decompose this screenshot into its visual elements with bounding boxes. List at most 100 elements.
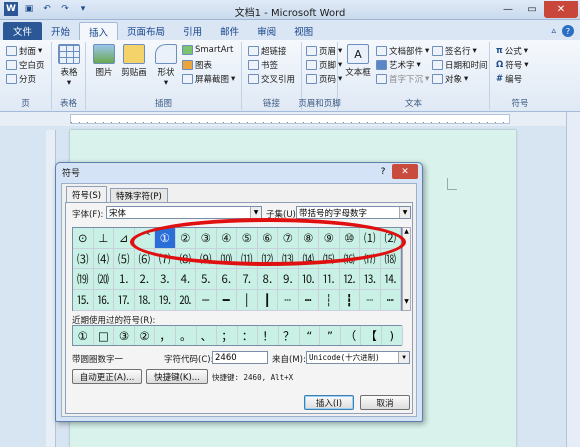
- symbol-cell[interactable]: ⑾: [237, 248, 258, 270]
- tab-review[interactable]: 审阅: [248, 22, 285, 40]
- shortcut-key-button[interactable]: 快捷键(K)...: [146, 369, 208, 384]
- symbol-cell[interactable]: ⒅: [380, 248, 401, 270]
- recent-symbol-cell[interactable]: ：: [237, 326, 259, 345]
- quick-parts-button[interactable]: 文档部件 ▾: [376, 45, 429, 57]
- minimize-button[interactable]: —: [496, 1, 520, 18]
- signature-line-button[interactable]: 签名行 ▾: [432, 45, 477, 57]
- symbol-cell[interactable]: ⒔: [360, 269, 381, 291]
- symbol-cell[interactable]: ⒓: [339, 269, 360, 291]
- clipart-button[interactable]: 剪贴画: [116, 44, 152, 78]
- symbol-button[interactable]: Ω 符号 ▾: [496, 59, 529, 71]
- date-time-button[interactable]: 日期和时间: [432, 59, 488, 71]
- symbol-cell[interactable]: │: [237, 290, 258, 311]
- chart-button[interactable]: 图表: [182, 59, 212, 71]
- dialog-help-button[interactable]: ?: [376, 165, 390, 178]
- tab-home[interactable]: 开始: [42, 22, 79, 40]
- from-select[interactable]: Unicode(十六进制) ▼: [306, 351, 410, 364]
- symbol-cell[interactable]: ⊙: [73, 228, 94, 249]
- symbol-cell[interactable]: ┈: [360, 290, 381, 311]
- symbol-cell[interactable]: ⑺: [155, 248, 176, 270]
- tab-page-layout[interactable]: 页面布局: [118, 22, 174, 40]
- symbol-cell[interactable]: ⒏: [257, 269, 278, 291]
- symbol-cell[interactable]: ⒒: [319, 269, 340, 291]
- wordart-button[interactable]: 艺术字 ▾: [376, 59, 421, 71]
- smartart-button[interactable]: SmartArt: [182, 45, 233, 55]
- symbol-cell[interactable]: ⒂: [319, 248, 340, 270]
- symbol-cell[interactable]: ┉: [380, 290, 401, 311]
- symbol-cell[interactable]: ⒖: [73, 290, 94, 311]
- vertical-scrollbar[interactable]: [566, 112, 580, 447]
- symbol-cell[interactable]: ⑤: [237, 228, 258, 249]
- tab-references[interactable]: 引用: [174, 22, 211, 40]
- symbol-cell[interactable]: ⒗: [93, 290, 114, 311]
- horizontal-ruler[interactable]: [70, 114, 510, 124]
- object-button[interactable]: 对象 ▾: [432, 73, 468, 85]
- symbol-cell[interactable]: ⑵: [380, 228, 401, 249]
- symbol-cell[interactable]: ⒙: [134, 290, 155, 311]
- tab-mailings[interactable]: 邮件: [211, 22, 248, 40]
- symbol-cell[interactable]: ⒕: [380, 269, 401, 291]
- symbol-cell[interactable]: ⑩: [339, 228, 360, 249]
- recent-symbol-cell[interactable]: ①: [73, 326, 94, 345]
- recent-symbol-cell[interactable]: ！: [258, 326, 279, 345]
- table-button[interactable]: 表格 ▾: [53, 44, 85, 88]
- symbol-cell[interactable]: ⊥: [93, 228, 114, 249]
- subset-select[interactable]: 带括号的字母数字 ▼: [296, 206, 411, 219]
- page-break-button[interactable]: 分页: [6, 73, 36, 85]
- tab-symbols[interactable]: 符号(S): [66, 186, 108, 202]
- recent-symbol-cell[interactable]: ): [381, 326, 403, 345]
- equation-button[interactable]: π 公式 ▾: [496, 45, 528, 57]
- symbol-cell[interactable]: ⒆: [73, 269, 94, 291]
- symbol-cell[interactable]: ⒌: [196, 269, 217, 291]
- header-button[interactable]: 页眉 ▾: [306, 45, 342, 57]
- symbol-cell[interactable]: ⒎: [237, 269, 258, 291]
- character-code-input[interactable]: 2460: [212, 351, 268, 364]
- recent-symbol-cell[interactable]: 、: [196, 326, 218, 345]
- recent-symbol-cell[interactable]: ”: [320, 326, 341, 345]
- symbol-cell[interactable]: ③: [196, 228, 217, 249]
- symbol-cell[interactable]: ⊿: [114, 228, 135, 249]
- symbol-cell[interactable]: ⑼: [196, 248, 217, 270]
- symbol-cell[interactable]: ⒈: [114, 269, 135, 291]
- insert-button[interactable]: 插入(I): [304, 395, 354, 410]
- minimize-ribbon-icon[interactable]: ▵: [551, 26, 556, 36]
- recent-symbol-cell[interactable]: “: [299, 326, 321, 345]
- symbol-cell[interactable]: ┄: [278, 290, 299, 311]
- page-number-button[interactable]: 页码 ▾: [306, 73, 342, 85]
- symbol-cell[interactable]: ⑶: [73, 248, 94, 270]
- recent-symbol-cell[interactable]: ③: [114, 326, 135, 345]
- symbol-cell[interactable]: ⒘: [114, 290, 135, 311]
- symbol-cell[interactable]: ⑥: [257, 228, 278, 249]
- symbol-cell[interactable]: ⒃: [339, 248, 360, 270]
- symbol-cell[interactable]: ⒉: [134, 269, 155, 291]
- symbol-cell[interactable]: ⒐: [278, 269, 299, 291]
- symbol-cell[interactable]: ⑨: [319, 228, 340, 249]
- symbol-cell[interactable]: ⑷: [93, 248, 114, 270]
- recent-symbol-cell[interactable]: ，: [155, 326, 176, 345]
- symbol-cell[interactable]: ⑴: [360, 228, 381, 249]
- symbol-cell[interactable]: ⒇: [93, 269, 114, 291]
- symbol-cell[interactable]: ⒛: [175, 290, 196, 311]
- screenshot-button[interactable]: 屏幕截图 ▾: [182, 73, 235, 85]
- drop-cap-button[interactable]: 首字下沉 ▾: [376, 73, 429, 85]
- textbox-button[interactable]: A 文本框: [342, 44, 374, 78]
- recent-symbol-cell[interactable]: □: [93, 326, 115, 345]
- hyperlink-button[interactable]: 超链接: [248, 45, 287, 57]
- symbol-cell[interactable]: ⑸: [114, 248, 135, 270]
- tab-insert[interactable]: 插入: [79, 22, 119, 40]
- symbol-cell[interactable]: ⒊: [155, 269, 176, 291]
- symbol-cell[interactable]: ⑦: [278, 228, 299, 249]
- close-button[interactable]: ✕: [544, 1, 578, 18]
- dialog-close-button[interactable]: ✕: [392, 164, 418, 179]
- footer-button[interactable]: 页脚 ▾: [306, 59, 342, 71]
- symbol-cell[interactable]: ━: [216, 290, 237, 311]
- symbol-cell[interactable]: ⒀: [278, 248, 299, 270]
- symbol-cell[interactable]: ⒁: [298, 248, 319, 270]
- tab-special-characters[interactable]: 特殊字符(P): [110, 188, 168, 202]
- symbol-cell[interactable]: ⒑: [298, 269, 319, 291]
- cancel-button[interactable]: 取消: [360, 395, 410, 410]
- symbol-cell[interactable]: ⑽: [216, 248, 237, 270]
- symbol-cell[interactable]: ②: [175, 228, 196, 249]
- symbol-cell[interactable]: ⑻: [175, 248, 196, 270]
- tab-view[interactable]: 视图: [285, 22, 322, 40]
